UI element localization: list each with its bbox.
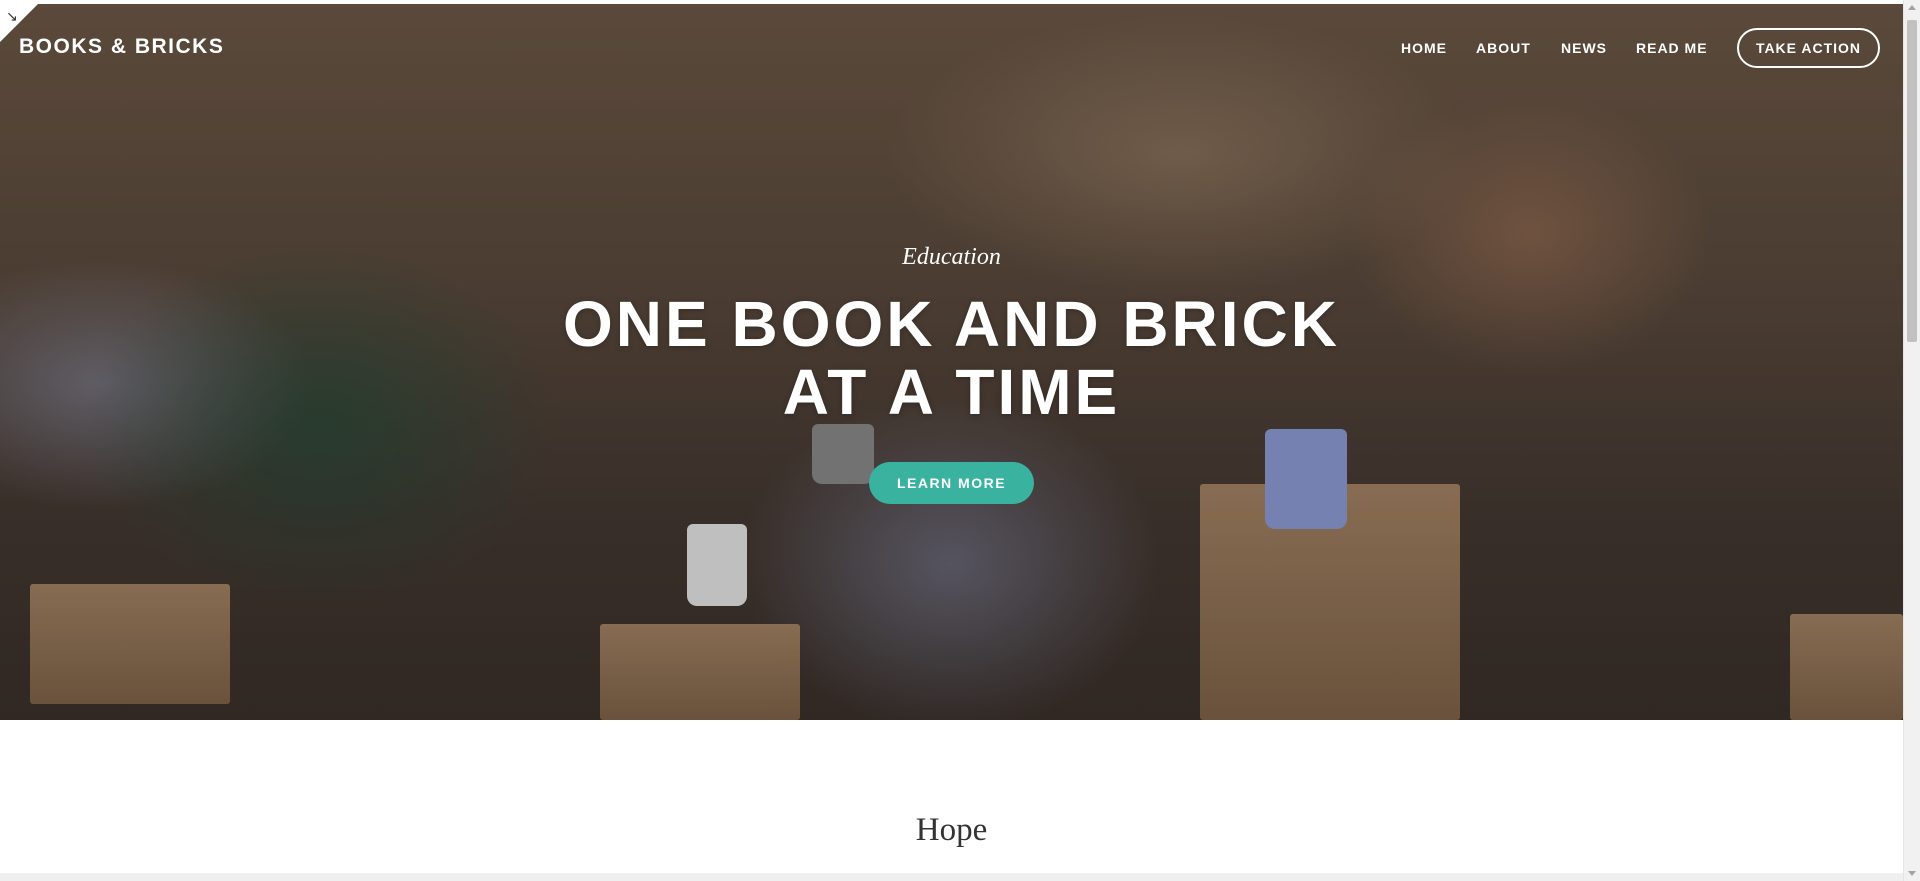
learn-more-button[interactable]: LEARN MORE [869,462,1034,504]
vertical-scrollbar[interactable] [1903,0,1920,881]
section-heading: Hope [915,812,988,848]
hero-title-line-2: AT A TIME [782,356,1121,428]
scroll-down-icon[interactable] [1908,871,1916,876]
hero-kicker: Education [902,244,1001,270]
nav-about[interactable]: ABOUT [1476,40,1531,56]
nav-read-me[interactable]: READ ME [1636,40,1708,56]
site-logo[interactable]: BOOKS & BRICKS [19,35,224,59]
hero-title: ONE BOOK AND BRICK AT A TIME [0,290,1903,426]
take-action-button[interactable]: TAKE ACTION [1737,28,1880,68]
page: ↘ BOOKS & BRICKS HOME ABOUT NEWS READ ME… [0,0,1903,881]
scroll-thumb[interactable] [1907,20,1917,342]
scroll-up-icon[interactable] [1908,5,1916,10]
hero-banner: ↘ BOOKS & BRICKS HOME ABOUT NEWS READ ME… [0,4,1903,720]
hero-title-line-1: ONE BOOK AND BRICK [563,288,1340,360]
page-bottom-strip [0,873,1903,881]
nav-news[interactable]: NEWS [1561,40,1607,56]
nav-home[interactable]: HOME [1401,40,1447,56]
expand-arrow-icon[interactable]: ↘ [6,10,18,24]
